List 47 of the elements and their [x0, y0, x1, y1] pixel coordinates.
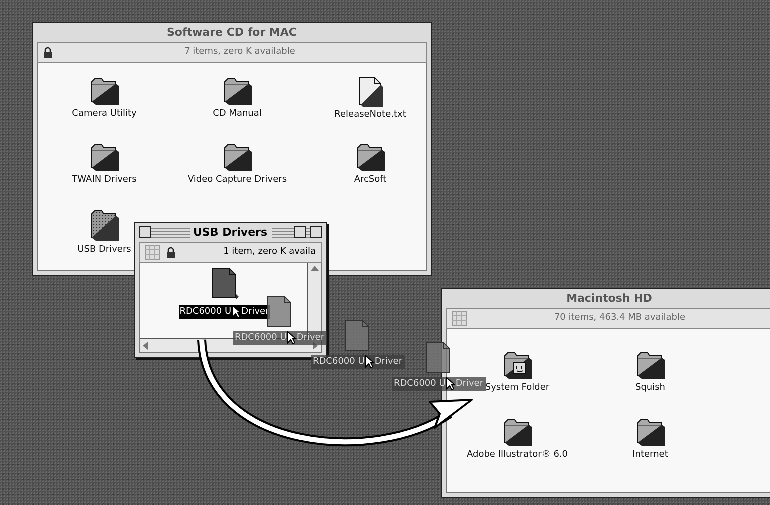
folder-icon[interactable]: [90, 209, 120, 242]
close-box[interactable]: [139, 226, 151, 238]
icon-label[interactable]: TWAIN Drivers: [71, 175, 138, 186]
icon-label[interactable]: Video Capture Drivers: [186, 175, 288, 186]
icon-label[interactable]: Camera Utility: [71, 109, 138, 120]
folder-icon[interactable]: [222, 143, 252, 172]
folder-icon[interactable]: [636, 418, 666, 447]
collapse-box[interactable]: [310, 226, 322, 238]
file-name: Driver: [296, 332, 325, 344]
icon-label[interactable]: ReleaseNote.txt: [334, 110, 408, 121]
document-icon[interactable]: [358, 77, 384, 107]
icon-label[interactable]: USB Drivers: [76, 245, 132, 256]
cursor-icon: [286, 331, 297, 345]
folder-icon[interactable]: [636, 351, 666, 380]
cursor-icon: [364, 355, 375, 369]
document-icon[interactable]: [210, 268, 238, 302]
lock-icon: [166, 247, 176, 258]
folder-icon[interactable]: [502, 418, 532, 447]
item-count: 7 items, zero K available: [184, 46, 296, 59]
folder-icon[interactable]: [356, 143, 386, 172]
icon-label[interactable]: CD Manual: [212, 109, 263, 120]
title-bar[interactable]: Software CD for MAC: [37, 23, 427, 42]
icon-label[interactable]: ArcSoft: [353, 175, 388, 186]
scroll-up-icon[interactable]: [310, 266, 318, 271]
zoom-box[interactable]: [294, 226, 306, 238]
folder-icon[interactable]: [90, 77, 120, 106]
file-name: Driver: [456, 378, 484, 390]
scroll-left-icon[interactable]: [143, 342, 148, 350]
icon-label[interactable]: RDC6000 U Driver: [178, 305, 270, 319]
folder-icon[interactable]: [222, 77, 252, 106]
file-name: Driver: [374, 356, 403, 368]
file-name: RDC6000 U: [394, 378, 446, 390]
system-folder-icon[interactable]: [502, 351, 532, 380]
item-count: 70 items, 463.4 MB available: [553, 312, 687, 325]
cursor-icon: [232, 305, 242, 319]
lock-icon: [43, 47, 53, 58]
window-title: USB Drivers: [190, 226, 272, 239]
icon-label[interactable]: Adobe Illustrator® 6.0: [466, 450, 570, 461]
icon-label[interactable]: Internet: [632, 450, 670, 461]
item-count: 1 item, zero K availa: [222, 246, 316, 259]
title-bar[interactable]: Macintosh HD: [446, 289, 770, 308]
icon-label[interactable]: System Folder: [484, 383, 551, 394]
icon-label[interactable]: Squish: [634, 383, 667, 394]
file-name: RDC6000 U: [235, 332, 287, 344]
folder-icon[interactable]: [90, 143, 120, 172]
document-icon: [344, 320, 372, 353]
file-name: RDC6000 U: [313, 356, 365, 368]
